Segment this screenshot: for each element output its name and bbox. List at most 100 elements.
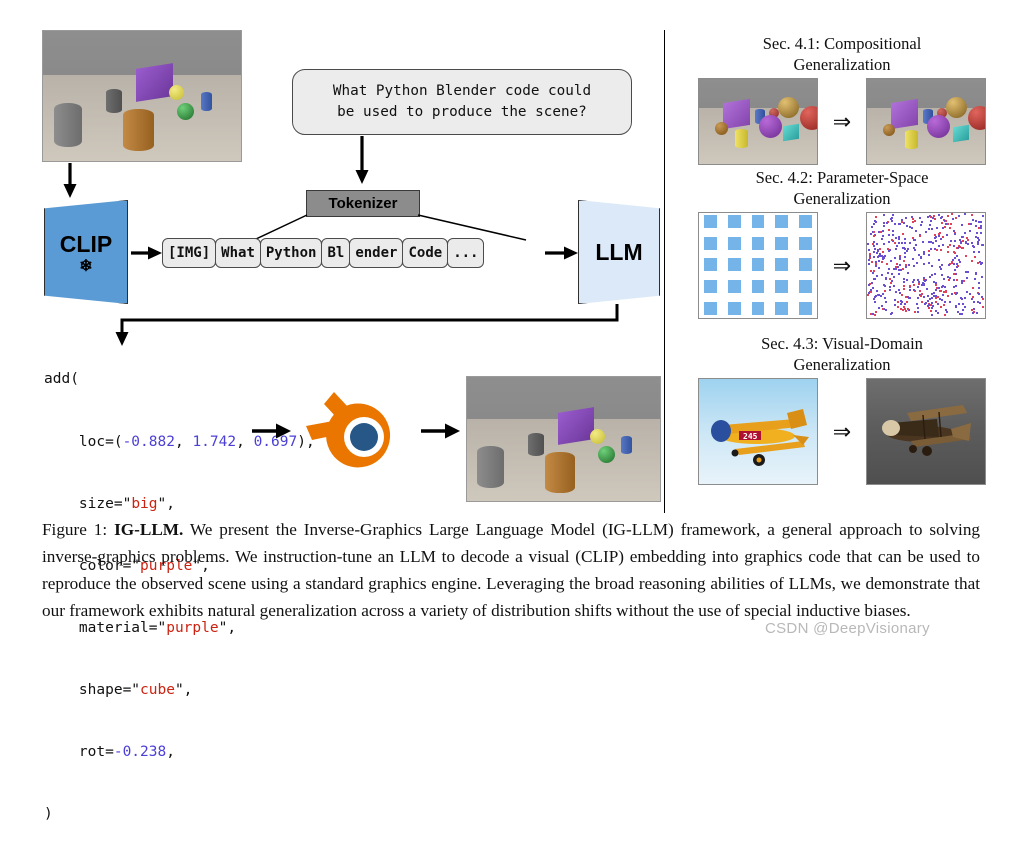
scatter-dot [927,262,930,265]
scatter-dot [981,214,984,217]
token-item[interactable]: Code [402,238,449,268]
scatter-dot [883,254,886,257]
svg-text:245: 245 [743,432,758,441]
scatter-dot [873,314,876,317]
grid-square [798,301,812,315]
grid-square [751,280,765,294]
scatter-dot [911,280,914,283]
scatter-dot [875,243,878,246]
scatter-dot [888,240,891,243]
code-line: ) [44,806,53,823]
scatter-dot [902,260,905,263]
scatter-dot [881,307,884,310]
section-compositional: Sec. 4.1: Compositional Generalization ⇒ [672,33,1012,165]
scatter-dot [875,251,878,254]
scatter-dot [898,269,901,272]
scatter-dot [965,291,968,294]
scatter-dot [939,306,942,309]
scatter-dot [952,250,955,253]
scatter-dot [917,306,920,309]
scatter-dot [979,231,982,234]
scatter-dot [961,303,964,306]
scatter-dot [942,284,945,287]
scatter-dot [885,301,888,304]
scatter-dot [936,312,939,315]
token-item[interactable]: ender [349,238,404,268]
token-item[interactable]: What [215,238,261,268]
scatter-dot [950,261,953,264]
scatter-dot [902,247,905,250]
scatter-dot [947,214,950,217]
scatter-dot [913,249,916,252]
scatter-dot [971,260,974,263]
scatter-dot [974,271,977,274]
scatter-dot [965,237,968,240]
caption-bold-title: IG-LLM. [114,520,184,539]
scatter-dot [964,306,967,309]
scatter-dot [938,232,941,235]
scatter-dot [976,262,979,265]
scatter-dot [980,275,983,278]
scatter-dot [922,281,925,284]
scatter-dot [972,246,975,248]
scatter-dot [957,258,960,261]
scatter-dot [940,268,943,271]
scatter-dot [945,309,948,312]
grid-square [727,258,741,272]
token-item[interactable]: [IMG] [162,238,217,268]
token-item[interactable]: Bl [321,238,351,268]
scatter-dot [867,294,870,297]
column-divider [664,30,665,513]
scatter-dot [903,303,906,306]
scatter-dot [914,220,917,223]
scatter-dot [971,241,974,244]
scatter-dot [890,259,893,262]
scatter-dot [981,305,984,308]
scatter-dot [933,236,936,239]
scatter-dot [940,249,943,252]
scatter-dot [901,232,904,235]
scatter-dot [954,257,957,260]
scatter-dot [889,282,892,285]
token-item[interactable]: Python [259,238,323,268]
token-item[interactable]: ... [447,238,485,268]
grid-square [798,280,812,294]
scatter-dot [923,296,926,299]
scatter-dot [903,252,906,255]
scatter-dot [922,241,925,244]
section-title: Sec. 4.3: Visual-Domain Generalization [761,334,923,374]
scatter-dot [872,251,875,254]
scatter-dot [902,281,905,284]
scatter-dot [935,288,938,291]
scatter-dot [924,279,927,282]
caption-body: We present the Inverse-Graphics Large La… [42,520,980,620]
arrow-code-to-renderer [252,423,291,439]
scatter-dot [881,250,884,253]
arrow-prompt-to-tokenizer [355,136,369,184]
scatter-dot [907,263,910,266]
section-title: Sec. 4.1: Compositional Generalization [762,34,922,74]
scatter-dot [947,264,950,267]
scatter-dot [872,231,875,234]
scatter-dot [894,291,897,294]
scatter-dot [951,213,954,216]
scatter-dot [933,281,936,284]
section-parameter-space: Sec. 4.2: Parameter-Space Generalization… [672,167,1012,319]
scatter-dot [868,248,871,251]
arrow-tokens-to-llm [545,246,578,260]
scatter-dot [869,269,872,272]
scatter-dot [882,258,885,261]
scatter-dot [875,263,878,266]
code-line: add( [44,371,79,388]
scatter-dot [934,233,937,236]
scatter-dot [884,290,887,293]
parameter-grid-plot [698,212,818,319]
scatter-dot [894,222,897,225]
scatter-dot [952,263,955,266]
scatter-dot [944,226,947,229]
clip-label: CLIP [59,230,113,257]
prompt-bubble: What Python Blender code could be used t… [292,69,632,135]
scatter-dot [913,239,916,242]
scatter-dot [893,304,896,307]
scatter-dot [884,277,887,280]
